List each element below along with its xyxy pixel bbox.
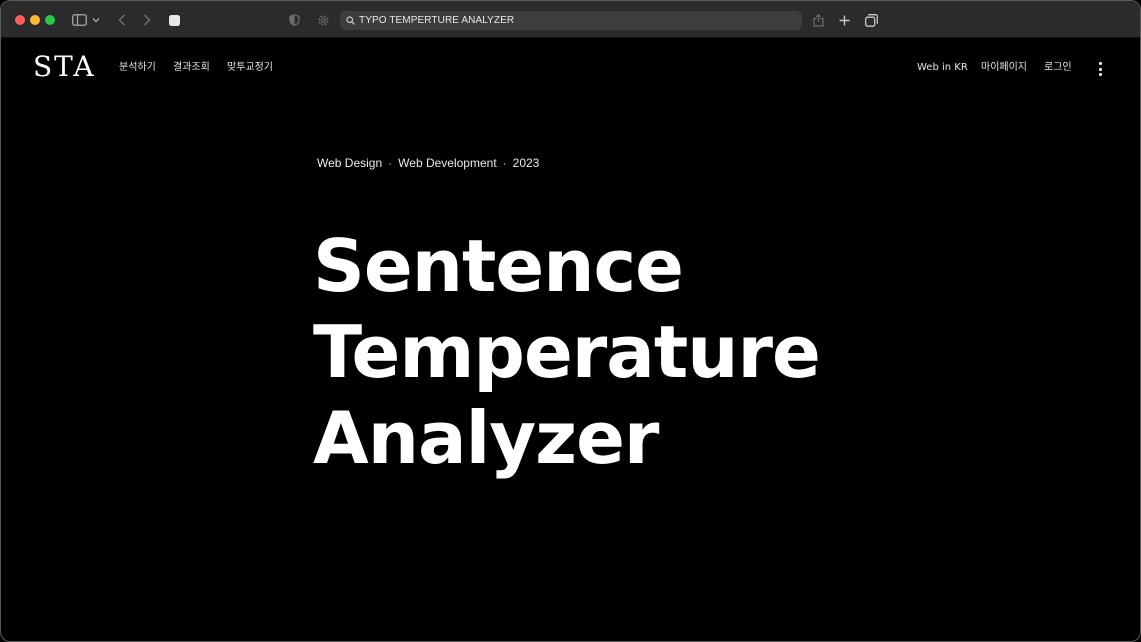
nav-item-language[interactable]: Web in KR [917,62,968,74]
nav-item-results[interactable]: 결과조회 [173,62,210,74]
nav-item-mypage[interactable]: 마이페이지 [981,62,1027,74]
meta-web-design: Web Design [317,156,383,170]
meta-year: 2023 [512,156,540,170]
maximize-window-button[interactable] [45,15,55,25]
more-options-icon[interactable] [1095,61,1105,77]
chevron-left-icon[interactable] [116,11,128,29]
browser-toolbar: TYPO TEMPERTURE ANALYZER [1,1,1140,38]
meta-separator: · [388,156,393,170]
tab-overview-icon[interactable] [864,11,878,29]
address-bar-url: TYPO TEMPERTURE ANALYZER [359,15,515,26]
hero-title-line-2: Temperature [313,310,821,394]
nav-item-login[interactable]: 로그인 [1044,62,1072,74]
browser-window: TYPO TEMPERTURE ANALYZER STA 분석하기 결과조회 맞… [0,0,1141,642]
search-icon [346,16,355,25]
gear-icon[interactable] [316,11,330,29]
chevron-right-icon[interactable] [141,11,153,29]
close-window-button[interactable] [15,15,25,25]
meta-web-development: Web Development [398,156,497,170]
chevron-down-icon[interactable] [92,11,100,29]
share-icon[interactable] [811,11,825,29]
hero-title-line-1: Sentence [313,224,684,308]
privacy-shield-icon[interactable] [288,11,300,29]
tab-favicon-icon[interactable] [168,11,180,29]
address-bar[interactable]: TYPO TEMPERTURE ANALYZER [340,11,802,30]
project-meta: Web Design · Web Development · 2023 [317,156,539,170]
nav-item-analyze[interactable]: 분석하기 [119,62,156,74]
meta-separator: · [502,156,507,170]
sidebar-icon[interactable] [71,11,87,29]
site-logo[interactable]: STA [33,51,96,83]
minimize-window-button[interactable] [30,15,40,25]
hero-title: Sentence Temperature Analyzer [313,223,821,481]
plus-icon[interactable] [837,11,851,29]
nav-item-spellcheck[interactable]: 맞투교정기 [227,62,273,74]
hero-title-line-3: Analyzer [313,396,659,480]
